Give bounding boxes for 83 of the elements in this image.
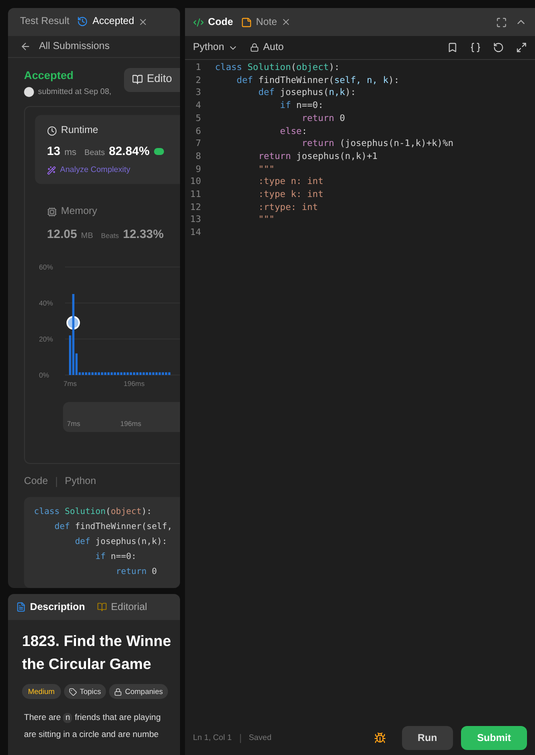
tab[interactable]: Description bbox=[16, 600, 86, 614]
beats-label: Beats bbox=[84, 147, 105, 160]
code-label: Code bbox=[24, 475, 48, 490]
back-arrow-icon[interactable] bbox=[20, 40, 31, 52]
code-line: def josephus(n,k): bbox=[74, 536, 168, 550]
line-number: 10 bbox=[189, 176, 202, 190]
run-button[interactable]: Run bbox=[402, 726, 454, 750]
history-icon bbox=[77, 16, 88, 28]
cursor-position: Ln 1, Col 1 bbox=[193, 732, 232, 744]
line-number: 7 bbox=[194, 138, 202, 151]
tab[interactable]: Code bbox=[193, 14, 233, 30]
tab[interactable]: Note bbox=[241, 14, 292, 30]
bug-icon[interactable] bbox=[374, 732, 386, 744]
submitted-time: submitted at Sep 08, bbox=[38, 86, 112, 98]
code-line: """ bbox=[257, 214, 275, 228]
language-select[interactable]: Python bbox=[193, 40, 238, 55]
avatar bbox=[24, 87, 34, 98]
tag-icon bbox=[68, 688, 77, 696]
beats-value: 82.84% bbox=[108, 143, 150, 160]
close-icon[interactable] bbox=[281, 17, 292, 27]
all-submissions-link[interactable]: All Submissions bbox=[39, 38, 110, 54]
code-line: return (josephus(n-1,k)+k)%n bbox=[300, 138, 454, 151]
tab[interactable]: Accepted bbox=[77, 14, 148, 30]
line-number: 12 bbox=[189, 202, 202, 214]
braces-icon[interactable] bbox=[470, 42, 481, 53]
code-line: def findTheWinner(self, n, k): bbox=[236, 74, 400, 88]
bookmark-icon[interactable] bbox=[447, 42, 458, 53]
language-label: Python bbox=[64, 475, 96, 490]
fullscreen-icon[interactable] bbox=[496, 16, 507, 28]
code-line: :type n: int bbox=[257, 176, 324, 190]
line-number: 5 bbox=[194, 112, 202, 126]
code-icon bbox=[193, 16, 204, 28]
code-line: if n==0: bbox=[94, 551, 138, 564]
code-line: return josephus(n,k)+1 bbox=[257, 150, 378, 164]
code-line: return 0 bbox=[300, 112, 346, 126]
reset-icon[interactable] bbox=[493, 42, 504, 53]
save-status: Saved bbox=[248, 732, 272, 744]
code-line: :type k: int bbox=[257, 189, 324, 202]
runtime-title: Runtime bbox=[61, 124, 98, 138]
document-icon bbox=[16, 602, 26, 612]
tab[interactable]: Editorial bbox=[97, 600, 148, 614]
runtime-value: 13 bbox=[47, 143, 60, 160]
beats-value: 12.33% bbox=[122, 226, 164, 244]
line-number: 8 bbox=[194, 150, 202, 164]
problem-title: 1823. Find the Winne the Circular Game bbox=[21, 632, 172, 675]
line-number: 2 bbox=[194, 74, 202, 88]
code-line: class Solution(object): bbox=[215, 62, 340, 75]
lock-icon bbox=[114, 688, 122, 696]
line-number: 6 bbox=[194, 126, 202, 138]
auto-mode-button[interactable]: Auto bbox=[250, 40, 284, 55]
line-number: 11 bbox=[189, 189, 202, 202]
code-line: :rtype: int bbox=[257, 202, 318, 214]
code-line: def findTheWinner(self, bbox=[53, 521, 174, 534]
badge-icon bbox=[154, 148, 164, 156]
code-line: def josephus(n,k): bbox=[257, 87, 356, 100]
line-number: 1 bbox=[194, 62, 202, 75]
memory-title: Memory bbox=[61, 205, 98, 220]
close-icon[interactable] bbox=[138, 16, 148, 27]
code-line: else: bbox=[279, 126, 308, 138]
status-text: Accepted bbox=[24, 68, 75, 84]
code-line: if n==0: bbox=[279, 100, 324, 113]
memory-unit: MB bbox=[81, 230, 94, 242]
chip-icon bbox=[47, 206, 57, 217]
lock-icon bbox=[250, 43, 260, 52]
code-line: """ bbox=[257, 164, 275, 176]
line-number: 13 bbox=[189, 214, 202, 228]
memory-value: 12.05 bbox=[47, 226, 78, 244]
line-number: 14 bbox=[189, 227, 202, 240]
book-icon bbox=[132, 74, 143, 86]
tab[interactable]: Test Result bbox=[20, 14, 70, 30]
book-icon bbox=[97, 602, 108, 612]
clock-icon bbox=[47, 126, 57, 136]
note-icon bbox=[241, 16, 252, 28]
runtime-unit: ms bbox=[64, 146, 76, 160]
code-line: return 0 bbox=[114, 566, 158, 580]
editorial-button[interactable]: Edito bbox=[124, 68, 180, 92]
line-number: 9 bbox=[194, 164, 202, 176]
wand-icon bbox=[47, 166, 56, 175]
expand-icon[interactable] bbox=[516, 42, 527, 53]
line-number: 4 bbox=[194, 100, 202, 113]
code-line: class Solution(object): bbox=[34, 506, 153, 520]
line-number: 3 bbox=[194, 87, 202, 100]
problem-text: There are n friends that are playing are sitting in a circle and are numbe bbox=[23, 711, 162, 742]
